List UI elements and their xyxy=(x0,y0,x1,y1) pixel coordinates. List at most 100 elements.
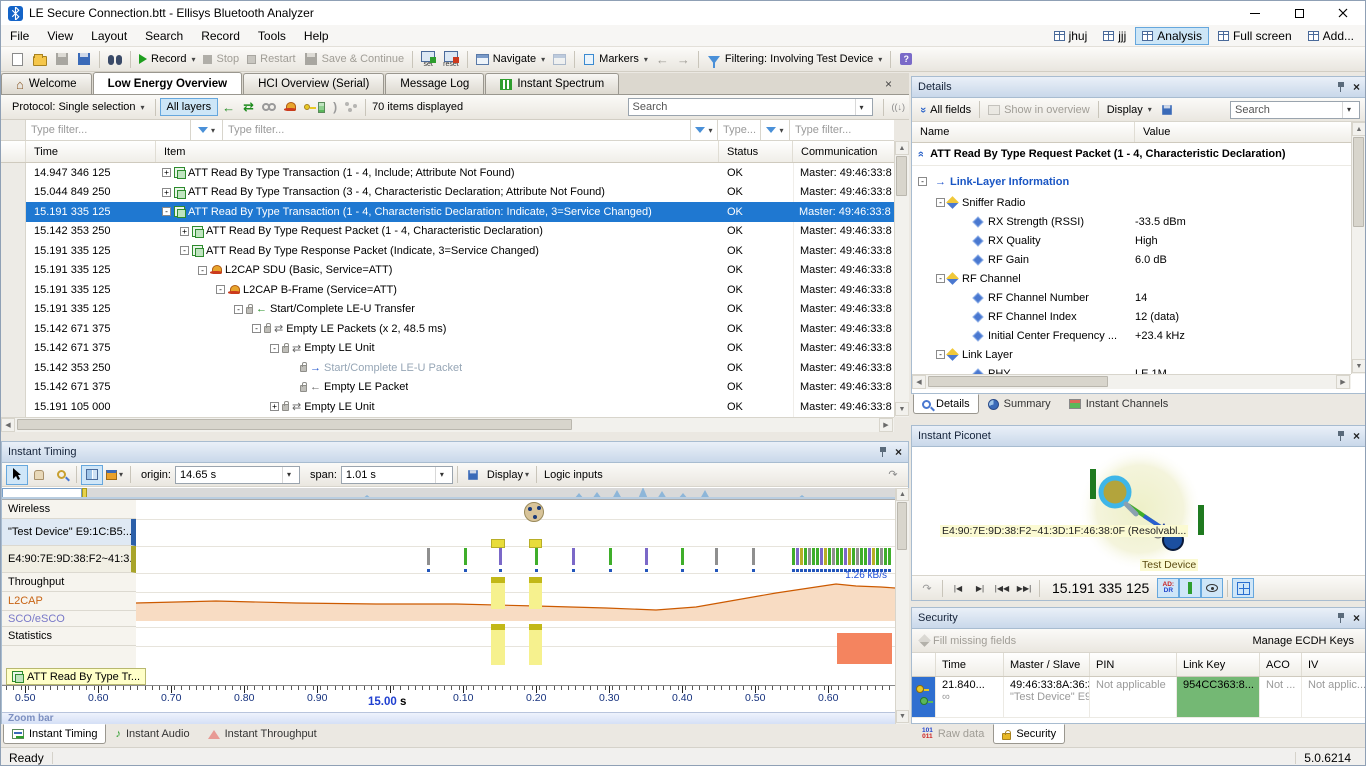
timing-row-header[interactable]: Throughput xyxy=(2,573,136,592)
details-tree-row[interactable]: RF Gain 6.0 dB xyxy=(912,250,1365,269)
close-panel-icon[interactable]: × xyxy=(895,446,902,458)
column-header-status[interactable]: Status xyxy=(719,141,793,162)
new-file-button[interactable] xyxy=(6,51,29,68)
table-row[interactable]: 15.191 335 125 - ← Start/Complete LE-U Tran… xyxy=(1,299,894,319)
fill-missing-fields-button[interactable]: Fill missing fields xyxy=(916,633,1020,649)
expand-toggle-icon[interactable]: - xyxy=(936,274,945,283)
details-vscroll[interactable]: ▲ ▼ xyxy=(1351,122,1365,374)
search-box[interactable]: Search ▾ xyxy=(627,98,873,116)
expand-toggle-icon[interactable]: + xyxy=(270,402,279,412)
scroll-up-button[interactable]: ▲ xyxy=(895,141,909,155)
security-keys-button[interactable] xyxy=(300,102,317,112)
details-tree-row[interactable]: - Sniffer Radio xyxy=(912,193,1365,212)
pointer-tool-button[interactable] xyxy=(6,464,28,485)
expand-toggle-icon[interactable]: - xyxy=(252,324,261,334)
piconet-live-button[interactable]: ↷ xyxy=(916,578,938,598)
navigate-button[interactable]: Navigate ▾ xyxy=(472,51,549,67)
status-filter-funnel-button[interactable]: ▾ xyxy=(761,120,790,140)
tab-details[interactable]: Details xyxy=(913,394,979,414)
scroll-down-button[interactable]: ▼ xyxy=(1352,359,1365,373)
markers-button[interactable]: Markers ▾ xyxy=(579,51,652,68)
tab-raw-data[interactable]: 101 011 Raw data xyxy=(913,724,993,744)
tab-message-log[interactable]: Message Log xyxy=(385,73,485,94)
pin-icon[interactable] xyxy=(1337,82,1345,92)
comm-filter-input[interactable]: Type filter... xyxy=(790,120,894,140)
table-row[interactable]: 15.191 335 125 - L2CAP SDU (Basic, Service… xyxy=(1,260,894,280)
tab-security[interactable]: Security xyxy=(993,724,1066,744)
last-event-button[interactable]: ▶▶| xyxy=(1013,578,1035,598)
help-button[interactable]: ? xyxy=(895,50,917,68)
record-button[interactable]: Record ▾ xyxy=(135,51,199,67)
stop-button[interactable]: Stop xyxy=(199,51,243,67)
expand-toggle-icon[interactable]: - xyxy=(936,198,945,207)
first-event-button[interactable]: |◀◀ xyxy=(991,578,1013,598)
name-column-header[interactable]: Name xyxy=(912,122,1135,142)
export-button[interactable] xyxy=(73,50,95,68)
zoom-bar[interactable]: Zoom bar xyxy=(2,712,895,724)
scroll-down-button[interactable]: ▼ xyxy=(896,710,909,723)
timing-vscroll[interactable]: ▲ ▼ xyxy=(895,488,909,724)
details-search-box[interactable]: Search ▾ xyxy=(1230,100,1360,119)
tab-hci-overview-serial-[interactable]: HCI Overview (Serial) xyxy=(243,73,385,94)
layout-tab-fullscreen[interactable]: Full screen xyxy=(1211,27,1299,45)
menu-layout[interactable]: Layout xyxy=(82,26,136,46)
details-tree-row[interactable]: RX Strength (RSSI) -33.5 dBm xyxy=(912,212,1365,231)
scroll-right-button[interactable]: ▶ xyxy=(1336,375,1350,389)
expand-toggle-icon[interactable]: + xyxy=(180,226,189,236)
all-fields-button[interactable]: » All fields xyxy=(916,102,975,118)
security-row[interactable]: 21.840...∞49:46:33:8A:36:3..."Test Devic… xyxy=(912,677,1365,718)
set-markers-button[interactable]: set xyxy=(417,49,439,70)
details-vscroll-thumb[interactable] xyxy=(1353,137,1364,227)
fit-view-button[interactable] xyxy=(1232,578,1255,598)
all-layers-button[interactable]: All layers xyxy=(159,98,219,116)
l2cap-filter-button[interactable] xyxy=(280,100,300,114)
table-row[interactable]: 15.191 335 125 - ATT Read By Type Transact… xyxy=(1,202,894,222)
protocol-selector[interactable]: Protocol: Single selection ▾ xyxy=(6,99,151,115)
timing-chart[interactable]: 1.26 kB/s xyxy=(136,500,895,685)
table-hscroll-thumb[interactable] xyxy=(17,419,572,430)
pin-icon[interactable] xyxy=(1337,613,1345,623)
piconet-canvas[interactable]: E4:90:7E:9D:38:F2~41:3D:1F:46:38:0F (Res… xyxy=(912,447,1365,575)
tab-instant-spectrum[interactable]: Instant Spectrum xyxy=(485,73,620,94)
layout-tab-jhuj[interactable]: jhuj xyxy=(1047,27,1095,45)
column-header-communication[interactable]: Communication xyxy=(793,141,894,162)
value-column-header[interactable]: Value xyxy=(1135,122,1365,142)
security-column-link-key[interactable]: Link Key xyxy=(1177,653,1260,676)
scroll-left-button[interactable]: ◀ xyxy=(1,418,15,432)
split-view-button[interactable] xyxy=(81,464,103,485)
close-panel-icon[interactable]: × xyxy=(1353,430,1360,442)
zoom-tool-button[interactable] xyxy=(50,465,72,485)
layout-tab-jjj[interactable]: jjj xyxy=(1096,27,1133,45)
tab-instant-audio[interactable]: ♪ Instant Audio xyxy=(106,724,198,744)
maximize-button[interactable] xyxy=(1277,1,1321,25)
pin-icon[interactable] xyxy=(1337,431,1345,441)
details-tree-row[interactable]: RF Channel Number 14 xyxy=(912,288,1365,307)
restart-button[interactable]: Restart xyxy=(243,51,299,67)
collapse-chevron-icon[interactable]: » xyxy=(915,151,927,157)
details-tree-row[interactable]: - Link Layer xyxy=(912,345,1365,364)
table-row[interactable]: 15.191 105 000 + ⇄ Empty LE Unit OK Master: 4… xyxy=(1,397,894,417)
expand-toggle-icon[interactable]: - xyxy=(918,177,927,186)
find-button[interactable] xyxy=(104,51,126,67)
security-column-pin[interactable]: PIN xyxy=(1090,653,1177,676)
goto-button[interactable] xyxy=(549,52,570,67)
scroll-right-button[interactable]: ▶ xyxy=(879,418,893,432)
next-event-button[interactable]: ▶| xyxy=(969,578,991,598)
piconet-filter-button[interactable] xyxy=(341,100,361,114)
table-row[interactable]: 15.142 353 250 + ATT Read By Type Request … xyxy=(1,221,894,241)
menu-help[interactable]: Help xyxy=(295,26,338,46)
scroll-left-button[interactable]: ◀ xyxy=(912,375,926,389)
manage-ecdh-keys-button[interactable]: Manage ECDH Keys xyxy=(1249,633,1359,649)
timing-row-sco[interactable]: SCO/eSCO xyxy=(2,611,136,627)
logic-inputs-button[interactable]: Logic inputs xyxy=(541,465,606,485)
time-filter-input[interactable]: Type filter... xyxy=(26,120,191,140)
copy-details-button[interactable] xyxy=(1156,101,1178,119)
table-hscroll[interactable]: ◀ ▶ xyxy=(1,417,894,432)
menu-view[interactable]: View xyxy=(38,26,82,46)
layout-tab-add[interactable]: Add... xyxy=(1301,27,1361,45)
table-row[interactable]: 15.142 353 250 → Start/Complete LE-U Packe… xyxy=(1,358,894,378)
menu-search[interactable]: Search xyxy=(136,26,192,46)
tab-low-energy-overview[interactable]: Low Energy Overview xyxy=(92,72,243,94)
table-row[interactable]: 15.191 335 125 - L2CAP B-Frame (Service=AT… xyxy=(1,280,894,300)
minimize-button[interactable] xyxy=(1233,1,1277,25)
